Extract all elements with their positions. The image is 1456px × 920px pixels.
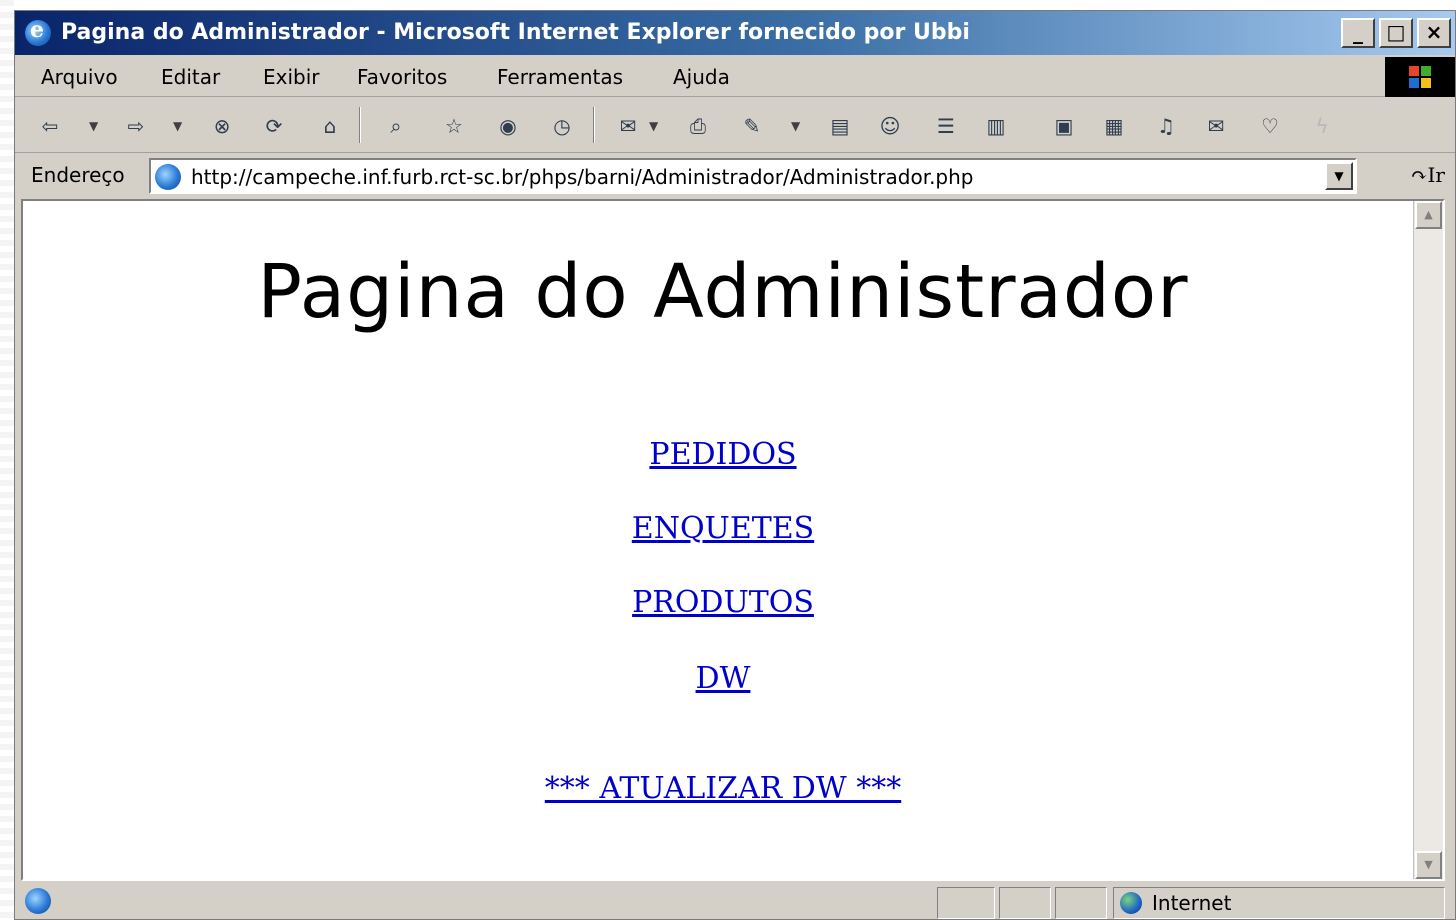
toolbar-separator <box>593 107 595 143</box>
edit-icon[interactable]: ✎ <box>737 111 767 141</box>
status-pane <box>1055 887 1107 919</box>
link-pedidos[interactable]: PEDIDOS <box>23 437 1423 472</box>
refresh-icon[interactable]: ⟳ <box>259 111 289 141</box>
page-icon <box>155 164 181 190</box>
address-input[interactable]: http://campeche.inf.furb.rct-sc.br/phps/… <box>149 158 1357 194</box>
menu-editar[interactable]: Editar <box>161 65 220 89</box>
chart-icon[interactable]: ▥ <box>981 111 1011 141</box>
ie-logo-icon <box>25 17 51 46</box>
page-status-icon <box>25 888 51 914</box>
title-bar: Pagina do Administrador - Microsoft Inte… <box>15 11 1455 55</box>
toolbar-separator <box>359 107 361 143</box>
scroll-down-icon[interactable]: ▼ <box>1415 851 1442 879</box>
security-zone-pane: Internet <box>1113 887 1445 919</box>
favorites-icon[interactable]: ☆ <box>439 111 469 141</box>
menu-favoritos[interactable]: Favoritos <box>357 65 447 89</box>
address-url[interactable]: http://campeche.inf.furb.rct-sc.br/phps/… <box>191 165 974 189</box>
messenger-icon[interactable]: ☺ <box>875 111 905 141</box>
search-icon[interactable]: ⌕ <box>381 111 411 141</box>
document-icon[interactable]: ▣ <box>1049 111 1079 141</box>
edit-dropdown-icon[interactable]: ▼ <box>791 119 800 133</box>
research-icon[interactable]: ☰ <box>931 111 961 141</box>
envelope-icon[interactable]: ✉ <box>1201 111 1231 141</box>
address-dropdown-icon[interactable]: ▼ <box>1325 162 1353 190</box>
menu-arquivo[interactable]: Arquivo <box>41 65 118 89</box>
history-icon[interactable]: ◷ <box>547 111 577 141</box>
heart-icon[interactable]: ♡ <box>1255 111 1285 141</box>
link-dw[interactable]: DW <box>23 661 1423 696</box>
page-title: Pagina do Administrador <box>257 249 1189 335</box>
windows-logo-icon <box>1385 57 1455 97</box>
link-atualizar-dw[interactable]: *** ATUALIZAR DW *** <box>23 771 1423 806</box>
address-label: Endereço <box>31 163 125 187</box>
forward-icon[interactable]: ⇨ <box>121 111 151 141</box>
page-content: Pagina do Administrador PEDIDOS ENQUETES… <box>21 199 1445 881</box>
link-enquetes[interactable]: ENQUETES <box>23 511 1423 546</box>
discuss-icon[interactable]: ▤ <box>825 111 855 141</box>
frame-icon[interactable]: ▦ <box>1099 111 1129 141</box>
go-label: Ir <box>1427 163 1445 187</box>
security-zone-label: Internet <box>1152 891 1232 915</box>
menu-ajuda[interactable]: Ajuda <box>673 65 730 89</box>
menu-ferramentas[interactable]: Ferramentas <box>497 65 623 89</box>
go-button[interactable]: ↷Ir <box>1411 163 1445 187</box>
link-produtos[interactable]: PRODUTOS <box>23 585 1423 620</box>
mail-dropdown-icon[interactable]: ▼ <box>649 119 658 133</box>
browser-window: Pagina do Administrador - Microsoft Inte… <box>14 10 1456 920</box>
home-icon[interactable]: ⌂ <box>315 111 345 141</box>
forward-dropdown-icon[interactable]: ▼ <box>173 119 182 133</box>
close-button[interactable]: × <box>1417 18 1451 48</box>
slide-background <box>0 0 14 920</box>
status-bar: Internet <box>15 883 1455 920</box>
mail-icon[interactable]: ✉ <box>613 111 643 141</box>
back-icon[interactable]: ⇦ <box>35 111 65 141</box>
window-title: Pagina do Administrador - Microsoft Inte… <box>61 20 970 45</box>
speaker-icon[interactable]: ♫ <box>1151 111 1181 141</box>
address-bar: Endereço http://campeche.inf.furb.rct-sc… <box>15 153 1455 199</box>
status-pane <box>937 887 995 919</box>
minimize-button[interactable]: _ <box>1341 18 1375 48</box>
menu-exibir[interactable]: Exibir <box>263 65 320 89</box>
go-arrow-icon: ↷ <box>1410 163 1428 187</box>
menu-bar: Arquivo Editar Exibir Favoritos Ferramen… <box>15 57 1455 97</box>
status-pane <box>999 887 1051 919</box>
toolbar: ⇦ ▼ ⇨ ▼ ⊗ ⟳ ⌂ ⌕ ☆ ◉ ◷ ✉ ▼ ⎙ ✎ ▼ ▤ ☺ ☰ ▥ … <box>15 99 1455 153</box>
media-icon[interactable]: ◉ <box>493 111 523 141</box>
maximize-button[interactable]: □ <box>1379 18 1413 48</box>
vertical-scrollbar[interactable]: ▲ ▼ <box>1413 201 1443 879</box>
stop-icon[interactable]: ⊗ <box>207 111 237 141</box>
print-icon[interactable]: ⎙ <box>683 111 713 141</box>
flash-icon[interactable]: ϟ <box>1307 111 1337 141</box>
scroll-up-icon[interactable]: ▲ <box>1415 201 1442 229</box>
internet-zone-icon <box>1120 892 1142 914</box>
back-dropdown-icon[interactable]: ▼ <box>89 119 98 133</box>
